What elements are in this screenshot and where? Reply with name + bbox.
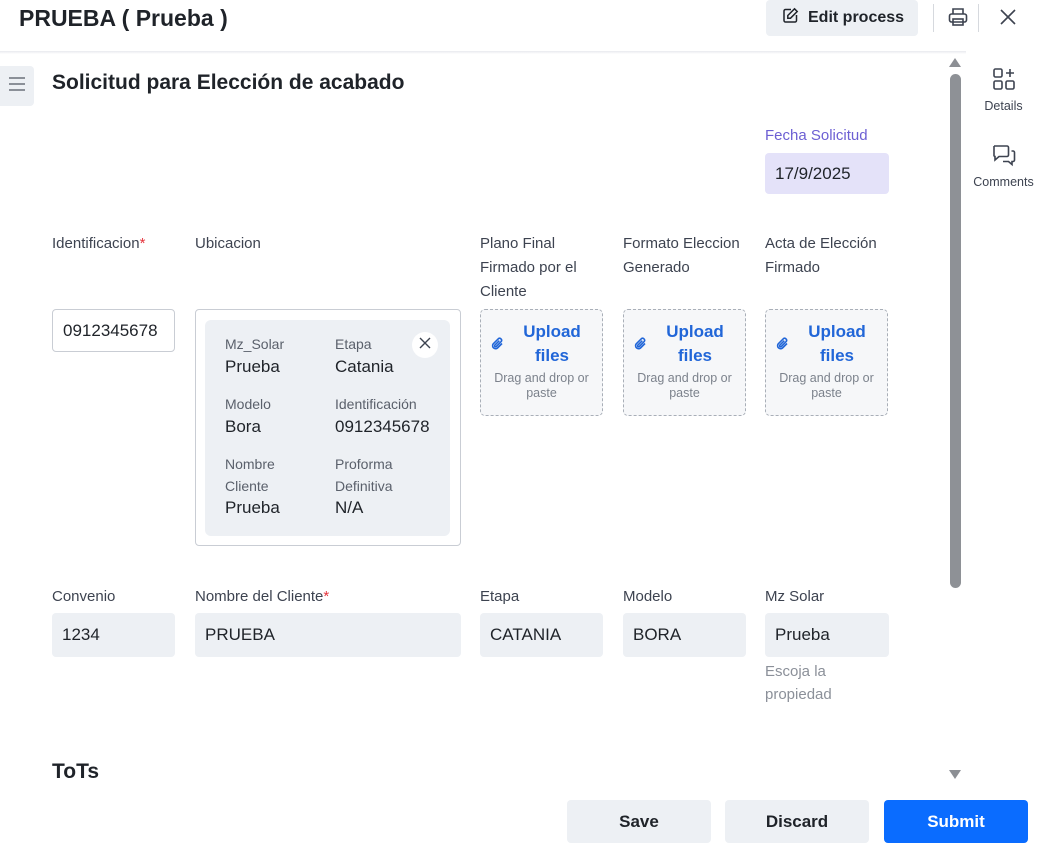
scrollbar-thumb[interactable] — [950, 74, 961, 588]
header-divider — [978, 4, 979, 32]
modelo-field[interactable]: BORA — [623, 613, 746, 657]
ub-mz-solar-value: Prueba — [225, 357, 280, 376]
required-mark: * — [139, 235, 146, 252]
ub-modelo-key: Modelo — [225, 396, 271, 412]
identificacion-label-text: Identificacion — [52, 235, 140, 252]
ubicacion-field[interactable]: Mz_Solar Prueba Etapa Catania Modelo Bor… — [195, 309, 461, 546]
submit-button[interactable]: Submit — [884, 800, 1028, 843]
close-button[interactable] — [995, 6, 1021, 32]
etapa-label: Etapa — [480, 588, 520, 605]
comments-label: Comments — [973, 175, 1034, 189]
nombre-cliente-field[interactable]: PRUEBA — [195, 613, 461, 657]
menu-icon — [8, 76, 26, 97]
paperclip-icon — [776, 336, 790, 357]
upload-plano-dropzone[interactable]: Upload files Drag and drop or paste — [480, 309, 603, 416]
header-shadow — [0, 51, 966, 54]
ub-identificacion-value: 0912345678 — [335, 417, 430, 436]
page-title: PRUEBA ( Prueba ) — [19, 5, 228, 31]
nombre-cliente-label-text: Nombre del Cliente — [195, 588, 324, 605]
header-divider — [933, 4, 934, 32]
tots-section-title: ToTs — [52, 760, 100, 783]
edit-process-button[interactable]: Edit process — [766, 0, 918, 36]
paperclip-icon — [634, 336, 648, 357]
ub-proforma-value: N/A — [335, 498, 364, 517]
close-icon — [419, 336, 431, 354]
required-mark: * — [323, 588, 330, 605]
close-icon — [999, 8, 1017, 31]
mz-solar-field[interactable]: Prueba — [765, 613, 889, 657]
ub-mz-solar-key: Mz_Solar — [225, 336, 285, 352]
identificacion-label: Identificacion* — [52, 232, 145, 256]
section-title: Solicitud para Elección de acabado — [52, 71, 405, 94]
convenio-field[interactable]: 1234 — [52, 613, 175, 657]
ubicacion-clear-button[interactable] — [412, 332, 438, 358]
menu-toggle-button[interactable] — [0, 66, 34, 106]
upload-subtitle: Drag and drop or paste — [779, 371, 874, 400]
right-sidebar: Details Comments — [966, 52, 1041, 792]
ubicacion-card: Mz_Solar Prueba Etapa Catania Modelo Bor… — [205, 320, 450, 536]
plano-label: Plano Final Firmado por el Cliente — [480, 235, 577, 300]
print-button[interactable] — [945, 6, 971, 32]
acta-label: Acta de Elección Firmado — [765, 235, 877, 276]
upload-subtitle: Drag and drop or paste — [494, 371, 589, 400]
upload-title[interactable]: Upload files — [509, 320, 595, 368]
convenio-label: Convenio — [52, 588, 116, 605]
ub-etapa-key: Etapa — [335, 336, 372, 352]
sidebar-item-comments[interactable]: Comments — [966, 142, 1041, 189]
ub-modelo-value: Bora — [225, 417, 261, 436]
save-button[interactable]: Save — [567, 800, 711, 843]
header-bar: PRUEBA ( Prueba ) Edit process — [0, 0, 1041, 52]
identificacion-field[interactable]: 0912345678 — [52, 309, 175, 352]
ub-nombre-value: Prueba — [225, 498, 280, 517]
sidebar-item-details[interactable]: Details — [966, 66, 1041, 113]
details-label: Details — [984, 99, 1023, 113]
comments-icon — [991, 145, 1017, 172]
nombre-cliente-label: Nombre del Cliente* — [195, 585, 329, 609]
upload-title[interactable]: Upload files — [652, 320, 738, 368]
discard-button[interactable]: Discard — [725, 800, 869, 843]
upload-acta-dropzone[interactable]: Upload files Drag and drop or paste — [765, 309, 888, 416]
ub-proforma-key: Proforma Definitiva — [335, 456, 393, 494]
print-icon — [947, 6, 969, 33]
ub-etapa-value: Catania — [335, 357, 394, 376]
mz-solar-helper-text: Escoja la propiedad — [765, 663, 832, 703]
ubicacion-label: Ubicacion — [195, 235, 261, 252]
scroll-up-arrow[interactable] — [949, 58, 961, 67]
fecha-field[interactable]: 17/9/2025 — [765, 153, 889, 194]
etapa-field[interactable]: CATANIA — [480, 613, 603, 657]
scroll-down-arrow[interactable] — [949, 770, 961, 779]
upload-title[interactable]: Upload files — [794, 320, 880, 368]
ub-nombre-key: Nombre Cliente — [225, 456, 275, 494]
formato-label: Formato Eleccion Generado — [623, 235, 740, 276]
details-icon — [991, 68, 1017, 96]
modelo-label: Modelo — [623, 588, 673, 605]
ub-identificacion-key: Identificación — [335, 396, 417, 412]
edit-process-label: Edit process — [808, 9, 905, 26]
fecha-label: Fecha Solicitud — [765, 127, 868, 144]
edit-icon — [782, 7, 799, 29]
upload-subtitle: Drag and drop or paste — [637, 371, 732, 400]
upload-formato-dropzone[interactable]: Upload files Drag and drop or paste — [623, 309, 746, 416]
paperclip-icon — [491, 336, 505, 357]
mz-solar-label: Mz Solar — [765, 588, 825, 605]
